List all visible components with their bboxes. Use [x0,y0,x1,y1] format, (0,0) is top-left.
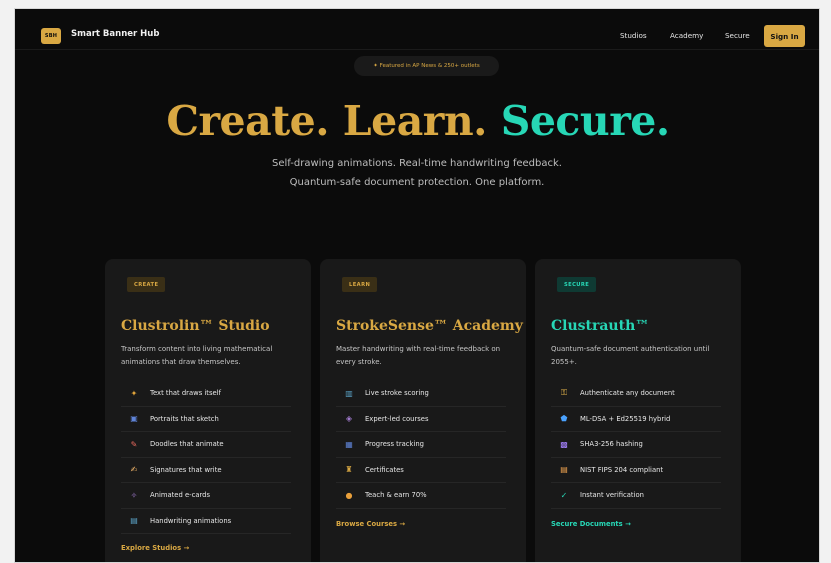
create-tag: CREATE [127,277,166,292]
feature-item: ⚿ Authenticate any document [551,381,721,407]
secure-title: Clustrauth™ [551,318,650,334]
create-description: Transform content into living mathematic… [121,345,273,366]
hero-secure: Secure. [500,97,670,145]
learn-title: StrokeSense™ Academy [336,318,523,334]
create-title: Clustrolin™ Studio [121,318,270,334]
create-feature-list: ✦ Text that draws itself ▣ Portraits tha… [121,381,291,534]
document-icon: ▤ [560,465,568,475]
hero-title: Create. Learn. Secure. [15,97,819,145]
trend-icon: ▦ [345,439,353,449]
feature-item: ● Teach & earn 70% [336,483,506,509]
hand-write-icon: ✍ [130,465,138,475]
secure-card: SECURE Clustrauth™ Quantum-safe document… [535,259,741,562]
sparkles-icon: ✦ [130,388,138,398]
feature-label: Certificates [365,465,404,474]
feature-item: ▤ NIST FIPS 204 compliant [551,458,721,483]
feature-label: Authenticate any document [580,389,675,398]
featured-badge[interactable]: ✦ Featured in AP News & 250+ outlets [354,56,499,76]
page-frame: SBH Smart Banner Hub Studios Academy Sec… [14,8,820,563]
feature-item: ▤ Handwriting animations [121,509,291,534]
browse-courses-link[interactable]: Browse Courses → [336,520,405,528]
feature-label: Expert-led courses [365,414,429,423]
create-card: CREATE Clustrolin™ Studio Transform cont… [105,259,311,562]
feature-label: SHA3-256 hashing [580,440,643,449]
learn-card: LEARN StrokeSense™ Academy Master handwr… [320,259,526,562]
feature-item: ✓ Instant verification [551,483,721,509]
feature-label: Text that draws itself [150,389,221,398]
feature-label: Signatures that write [150,465,222,474]
feature-item: ▩ SHA3-256 hashing [551,432,721,458]
secure-description: Quantum-safe document authentication unt… [551,345,710,366]
graduation-icon: ◈ [345,414,353,424]
sign-in-button[interactable]: Sign In [764,25,805,47]
feature-item: ▣ Portraits that sketch [121,407,291,432]
brand-logo[interactable]: SBH [41,28,61,44]
feature-label: Portraits that sketch [150,414,219,423]
feature-label: Doodles that animate [150,440,224,449]
crayon-icon: ✎ [130,439,138,449]
secure-feature-list: ⚿ Authenticate any document ⬟ ML-DSA + E… [551,381,721,509]
money-bag-icon: ● [345,490,353,500]
feature-label: ML-DSA + Ed25519 hybrid [580,414,671,423]
learn-feature-list: ▥ Live stroke scoring ◈ Expert-led cours… [336,381,506,509]
chart-icon: ▤ [130,516,138,526]
bar-chart-icon: ▥ [345,388,353,398]
feature-item: ⬟ ML-DSA + Ed25519 hybrid [551,407,721,432]
explore-studios-link[interactable]: Explore Studios → [121,544,189,552]
feature-item: ✍ Signatures that write [121,458,291,483]
brand-name[interactable]: Smart Banner Hub [71,29,159,39]
hero-subtitle: Self-drawing animations. Real-time handw… [272,158,562,188]
feature-item: ◈ Expert-led courses [336,407,506,432]
nav-academy-link[interactable]: Academy [670,31,703,40]
nav-studios-link[interactable]: Studios [620,31,647,40]
lock-icon: ⚿ [560,388,568,398]
feature-item: ✦ Text that draws itself [121,381,291,407]
top-navigation: SBH Smart Banner Hub Studios Academy Sec… [15,9,819,50]
check-icon: ✓ [560,490,568,500]
feature-label: Progress tracking [365,440,424,449]
feature-label: Live stroke scoring [365,389,429,398]
nav-secure-link[interactable]: Secure [725,31,750,40]
feature-label: Teach & earn 70% [365,491,427,500]
trophy-icon: ♜ [345,465,353,475]
learn-description: Master handwriting with real-time feedba… [336,345,501,366]
feature-label: NIST FIPS 204 compliant [580,465,664,474]
feature-item: ♜ Certificates [336,458,506,483]
feature-item: ▥ Live stroke scoring [336,381,506,407]
secure-documents-link[interactable]: Secure Documents → [551,520,631,528]
party-icon: ✧ [130,490,138,500]
feature-label: Handwriting animations [150,516,232,525]
shield-icon: ⬟ [560,414,568,424]
feature-item: ▦ Progress tracking [336,432,506,458]
hero-create: Create. [166,97,329,145]
feature-item: ✧ Animated e-cards [121,483,291,509]
learn-tag: LEARN [342,277,378,292]
portrait-icon: ▣ [130,414,138,424]
feature-item: ✎ Doodles that animate [121,432,291,458]
hash-icon: ▩ [560,439,568,449]
secure-tag: SECURE [557,277,597,292]
hero-learn: Learn. [342,97,488,145]
feature-label: Instant verification [580,491,644,500]
feature-label: Animated e-cards [150,491,211,500]
